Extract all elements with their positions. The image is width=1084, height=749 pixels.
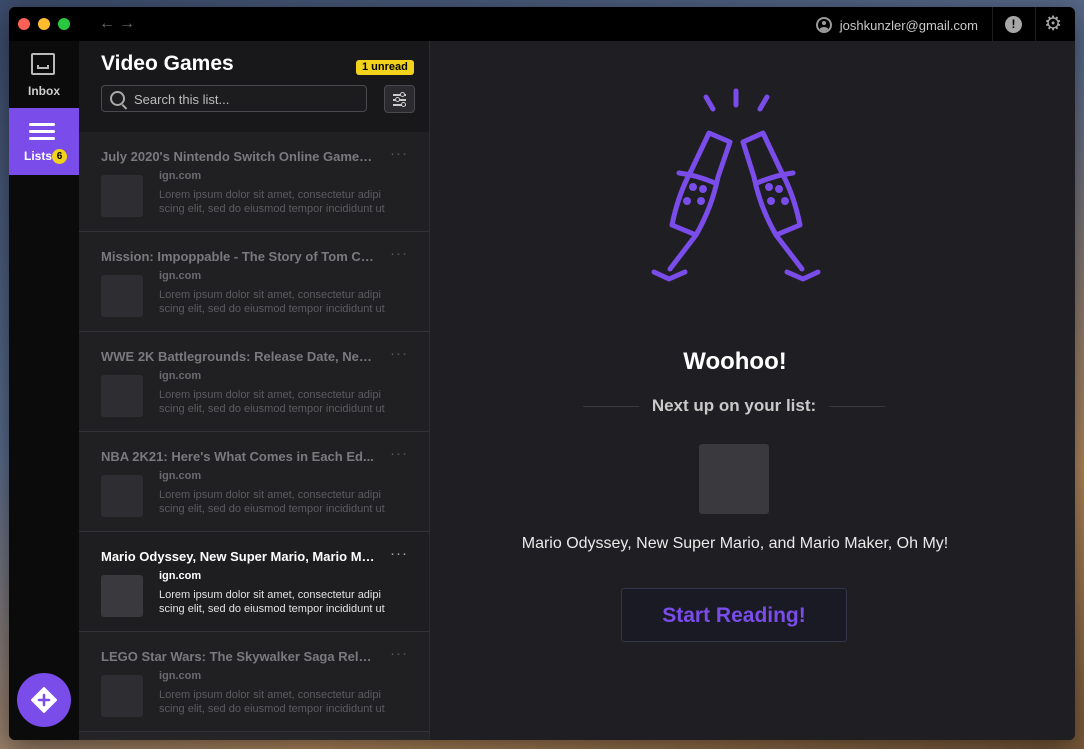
divider: [1035, 7, 1036, 41]
next-up-heading: Next up on your list:: [583, 396, 885, 416]
item-description: Lorem ipsum dolor sit amet, consectetur …: [159, 289, 385, 315]
more-icon[interactable]: ···: [390, 145, 408, 162]
divider: [829, 406, 885, 407]
left-rail: Inbox Lists 6: [9, 41, 79, 740]
item-source: ign.com: [159, 570, 202, 582]
item-description: Lorem ipsum dolor sit amet, consectetur …: [159, 389, 385, 415]
inbox-icon: [31, 53, 55, 75]
headline: Woohoo!: [683, 348, 787, 375]
back-icon[interactable]: ←: [99, 14, 115, 34]
article-list: July 2020's Nintendo Switch Online Games…: [79, 132, 429, 732]
minimize-window-button[interactable]: [38, 18, 50, 30]
title-bar: ← → joshkunzler@gmail.com ! ⚙: [9, 7, 1075, 41]
cheers-icon: [651, 88, 821, 282]
search-input[interactable]: [134, 90, 354, 108]
start-reading-button[interactable]: Start Reading!: [621, 588, 847, 642]
account-email: joshkunzler@gmail.com: [839, 17, 978, 33]
item-thumbnail: [101, 275, 143, 317]
app-window: ← → joshkunzler@gmail.com ! ⚙ Inbox List…: [9, 7, 1075, 740]
list-item[interactable]: NBA 2K21: Here's What Comes in Each Ed..…: [79, 432, 429, 532]
search-icon: [110, 91, 125, 106]
close-window-button[interactable]: [18, 18, 30, 30]
add-tag-icon: [31, 687, 57, 713]
list-item[interactable]: LEGO Star Wars: The Skywalker Saga Relea…: [79, 632, 429, 732]
add-game-button[interactable]: [17, 673, 71, 727]
item-title: Mario Odyssey, New Super Mario, Mario Ma…: [101, 549, 376, 564]
user-icon: [815, 17, 832, 33]
list-panel: Video Games 1 unread July 2020's Nintend…: [79, 41, 430, 740]
next-item-title: Mario Odyssey, New Super Mario, and Mari…: [521, 535, 949, 552]
filter-button[interactable]: [384, 85, 415, 113]
item-title: WWE 2K Battlegrounds: Release Date, New.…: [101, 349, 376, 364]
rail-item-label: Inbox: [28, 84, 60, 98]
list-item[interactable]: Mission: Impoppable - The Story of Tom C…: [79, 232, 429, 332]
zoom-window-button[interactable]: [58, 18, 70, 30]
lists-icon: [29, 123, 55, 141]
sliders-icon: [393, 92, 406, 107]
item-source: ign.com: [159, 270, 202, 282]
item-description: Lorem ipsum dolor sit amet, consectetur …: [159, 689, 385, 715]
more-icon[interactable]: ···: [390, 545, 408, 562]
alert-icon[interactable]: !: [1005, 16, 1022, 33]
item-description: Lorem ipsum dolor sit amet, consectetur …: [159, 489, 385, 515]
more-icon[interactable]: ···: [390, 645, 408, 662]
list-header: Video Games 1 unread: [79, 41, 429, 132]
item-thumbnail: [101, 175, 143, 217]
list-item[interactable]: WWE 2K Battlegrounds: Release Date, New.…: [79, 332, 429, 432]
list-item[interactable]: July 2020's Nintendo Switch Online Games…: [79, 132, 429, 232]
item-title: NBA 2K21: Here's What Comes in Each Ed..…: [101, 449, 374, 464]
unread-badge: 1 unread: [356, 60, 414, 75]
item-thumbnail: [101, 475, 143, 517]
item-description: Lorem ipsum dolor sit amet, consectetur …: [159, 189, 385, 215]
more-icon[interactable]: ···: [390, 245, 408, 262]
list-item-selected[interactable]: Mario Odyssey, New Super Mario, Mario Ma…: [79, 532, 429, 632]
item-source: ign.com: [159, 670, 202, 682]
item-source: ign.com: [159, 470, 202, 482]
more-icon[interactable]: ···: [390, 445, 408, 462]
item-title: Mission: Impoppable - The Story of Tom C…: [101, 249, 376, 264]
item-description: Lorem ipsum dolor sit amet, consectetur …: [159, 589, 385, 615]
search-box[interactable]: [101, 85, 367, 112]
next-item-thumbnail: [699, 444, 769, 514]
lists-count-badge: 6: [52, 149, 67, 164]
rail-item-inbox[interactable]: Inbox: [9, 41, 79, 108]
item-source: ign.com: [159, 170, 202, 182]
item-title: LEGO Star Wars: The Skywalker Saga Relea…: [101, 649, 376, 664]
item-thumbnail: [101, 375, 143, 417]
divider: [992, 7, 993, 41]
main-pane: Woohoo! Next up on your list: Mario Odys…: [430, 41, 1075, 740]
item-title: July 2020's Nintendo Switch Online Games…: [101, 149, 376, 164]
item-thumbnail: [101, 575, 143, 617]
gear-icon[interactable]: ⚙: [1044, 13, 1062, 35]
item-source: ign.com: [159, 370, 202, 382]
account-menu[interactable]: joshkunzler@gmail.com: [815, 15, 978, 35]
rail-item-lists[interactable]: Lists 6: [9, 108, 79, 175]
list-title: Video Games: [101, 52, 234, 75]
item-thumbnail: [101, 675, 143, 717]
more-icon[interactable]: ···: [390, 345, 408, 362]
forward-icon[interactable]: →: [119, 14, 135, 34]
